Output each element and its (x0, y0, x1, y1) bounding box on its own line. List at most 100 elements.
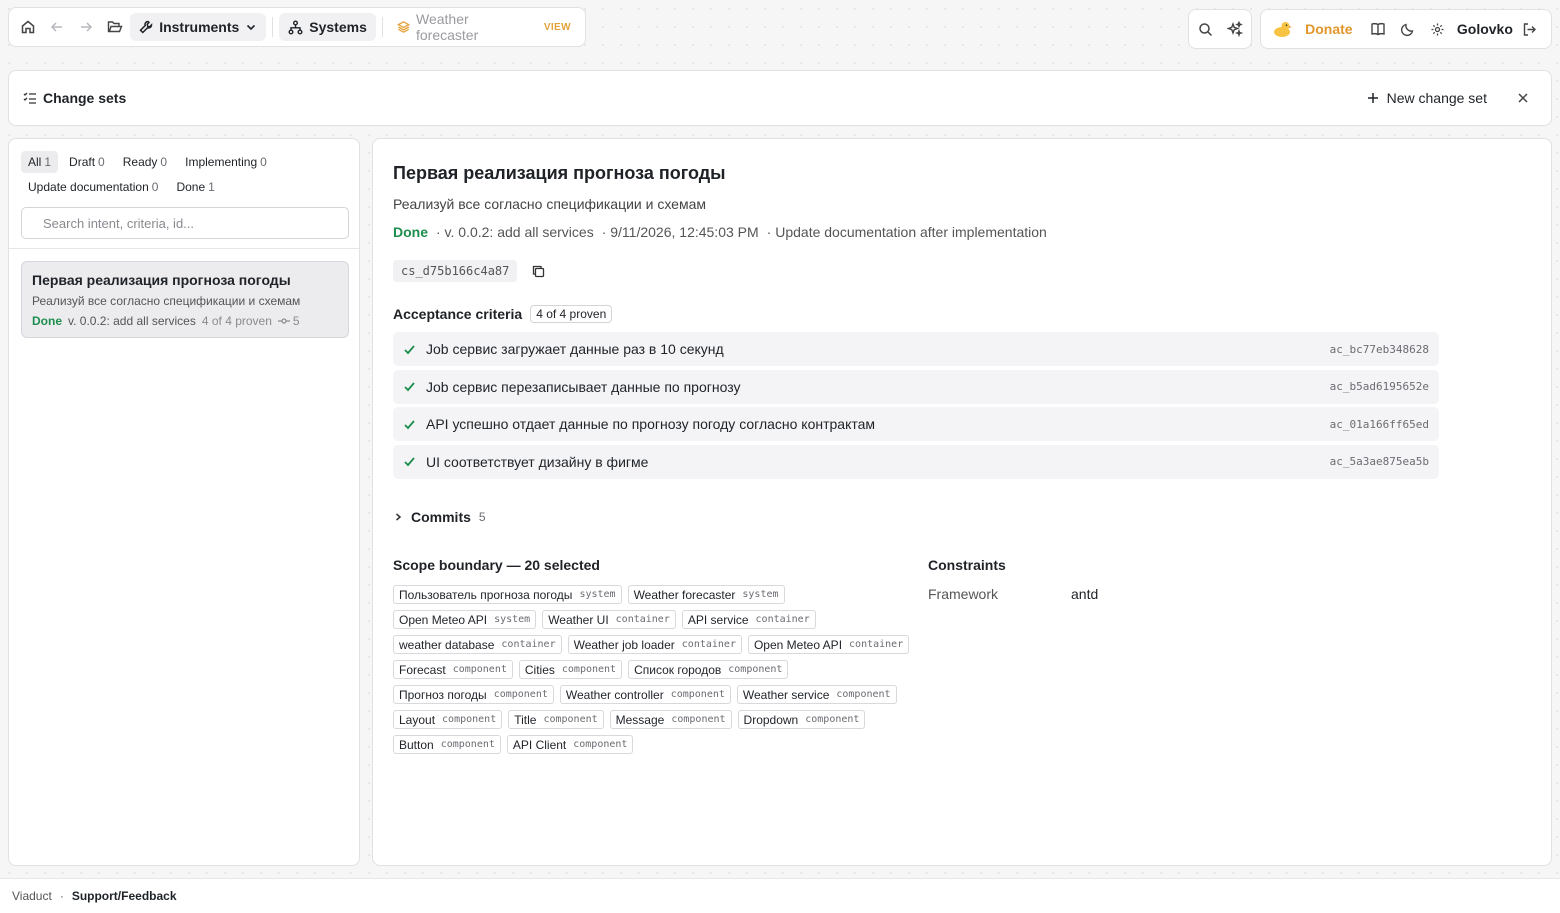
detail-meta: Done · v. 0.0.2: add all services · 9/11… (393, 224, 1047, 240)
breadcrumb-weather-forecaster[interactable]: Weather forecaster VIEW (389, 11, 579, 43)
scope-chip-name: Weather controller (565, 687, 664, 702)
scope-chip-name: weather database (399, 637, 495, 652)
systems-label: Systems (309, 19, 367, 35)
criterion-row[interactable]: API успешно отдает данные по прогнозу по… (393, 407, 1439, 442)
home-icon[interactable] (15, 13, 42, 41)
criterion-text: UI соответствует дизайну в фигме (426, 453, 649, 470)
divider (9, 248, 359, 249)
change-set-id: cs_d75b166c4a87 (393, 260, 518, 282)
new-change-set-label: New change set (1386, 90, 1487, 106)
user-name[interactable]: Golovko (1457, 21, 1513, 37)
scope-chip-kind: component (671, 714, 726, 725)
filter-draft[interactable]: Draft 0 (62, 151, 112, 173)
search-tools (1188, 9, 1252, 49)
scope-chip: Dropdown component (737, 710, 866, 729)
systems-button[interactable]: Systems (279, 13, 376, 41)
status-filters: All 1 Draft 0 Ready 0 Implementing 0 Update … (21, 151, 351, 201)
sparkles-icon[interactable] (1221, 15, 1249, 43)
scope-chip-name: Weather job loader (573, 637, 675, 652)
criterion-row[interactable]: Job сервис загружает данные раз в 10 сек… (393, 332, 1439, 366)
scope-chip: Прогноз погоды component (393, 685, 554, 704)
user-tools: Donate Golovko (1260, 9, 1552, 49)
instruments-label: Instruments (159, 19, 240, 35)
constraint-value: antd (1071, 586, 1099, 602)
scope-chip-name: API Client (512, 737, 567, 752)
filter-implementing[interactable]: Implementing 0 (178, 151, 274, 173)
scope-chip-kind: component (670, 689, 725, 700)
new-change-set-button[interactable]: New change set (1367, 90, 1487, 106)
detail-title: Первая реализация прогноза погоды (393, 163, 726, 183)
scope-chip-name: Open Meteo API (753, 637, 843, 652)
moon-icon[interactable] (1395, 15, 1421, 43)
folder-icon[interactable] (101, 13, 128, 41)
scope-boundary-title: Scope boundary — 20 selected (393, 557, 600, 573)
proven-badge: 4 of 4 proven (530, 305, 613, 323)
list-item[interactable]: Первая реализация прогноза погоды Реализ… (21, 261, 349, 338)
scope-chip-name: Message (615, 712, 665, 727)
list-item-version: v. 0.0.2: add all services (68, 314, 196, 328)
criterion-row[interactable]: Job сервис перезаписывает данные по прог… (393, 369, 1439, 404)
filter-done[interactable]: Done 1 (169, 176, 221, 198)
id-row: cs_d75b166c4a87 (393, 260, 547, 282)
check-icon (404, 382, 415, 392)
criterion-text: API успешно отдает данные по прогнозу по… (426, 416, 876, 433)
scope-chip-kind: system (494, 614, 531, 625)
scope-chip-kind: container (755, 614, 810, 625)
footer-separator: · (59, 889, 64, 903)
scope-chip: Weather controller component (559, 685, 731, 704)
logout-icon[interactable] (1517, 15, 1543, 43)
scope-chip-name: Forecast (399, 662, 446, 677)
scope-chip-name: Weather service (742, 687, 830, 702)
detail-intent: Реализуй все согласно спецификации и схе… (393, 196, 707, 212)
status-badge: Done (32, 314, 62, 328)
scope-chip-name: Button (399, 737, 434, 752)
chevron-right-icon (396, 513, 402, 521)
scope-chip: Forecast component (393, 660, 513, 679)
gear-icon[interactable] (1425, 15, 1451, 43)
detail-version: · v. 0.0.2: add all services (436, 224, 594, 240)
nav-divider (272, 17, 274, 37)
instruments-menu-button[interactable]: Instruments (130, 13, 267, 41)
scope-chip: Title component (508, 710, 604, 729)
scope-chip-kind: component (805, 714, 860, 725)
commits-toggle[interactable]: Commits 5 (393, 509, 486, 525)
scope-chip-name: Cities (524, 662, 555, 677)
check-icon (404, 420, 415, 430)
scope-chip-kind: system (742, 589, 779, 600)
search-icon[interactable] (1191, 15, 1219, 43)
book-icon[interactable] (1365, 15, 1391, 43)
detail-date: · 9/11/2026, 12:45:03 PM (601, 224, 759, 240)
scope-chip-name: Layout (399, 712, 436, 727)
close-icon[interactable] (1509, 84, 1537, 112)
scope-chip-name: Dropdown (743, 712, 799, 727)
search-field[interactable] (21, 207, 349, 239)
scope-chip: API service container (681, 610, 816, 629)
page-title: Change sets (43, 90, 127, 106)
criterion-text: Job сервис загружает данные раз в 10 сек… (426, 341, 724, 357)
criterion-id: ac_b5ad6195652e (1329, 380, 1429, 394)
support-feedback-link[interactable]: Support/Feedback (72, 889, 177, 903)
scope-chip-name: Пользователь прогноза погоды (399, 587, 573, 602)
wrench-icon (139, 20, 153, 34)
constraint-row: Framework antd (928, 586, 1098, 602)
filter-update-documentation[interactable]: Update documentation 0 (21, 176, 165, 198)
view-mode-badge: VIEW (543, 21, 571, 33)
scope-chip-kind: container (681, 639, 736, 650)
scope-chip: weather database container (393, 635, 562, 654)
scope-chip-kind: component (561, 664, 617, 675)
top-nav: Instruments Systems Weather forecaster V… (8, 7, 586, 47)
copy-icon[interactable] (529, 262, 547, 280)
donate-link[interactable]: Donate (1305, 21, 1352, 37)
status-badge: Done (393, 224, 428, 240)
plus-icon (1367, 93, 1378, 103)
criterion-id: ac_01a166ff65ed (1329, 417, 1429, 431)
scope-chip-kind: component (728, 664, 783, 675)
filter-ready[interactable]: Ready 0 (116, 151, 174, 173)
scope-chip-name: API service (687, 612, 749, 627)
footer: Viaduct · Support/Feedback (0, 878, 1560, 913)
criterion-row[interactable]: UI соответствует дизайну в фигме ac_5a3a… (393, 444, 1439, 479)
back-arrow-icon[interactable] (44, 13, 71, 41)
forward-arrow-icon[interactable] (73, 13, 100, 41)
search-input[interactable] (43, 215, 323, 231)
filter-all[interactable]: All 1 (21, 151, 59, 173)
